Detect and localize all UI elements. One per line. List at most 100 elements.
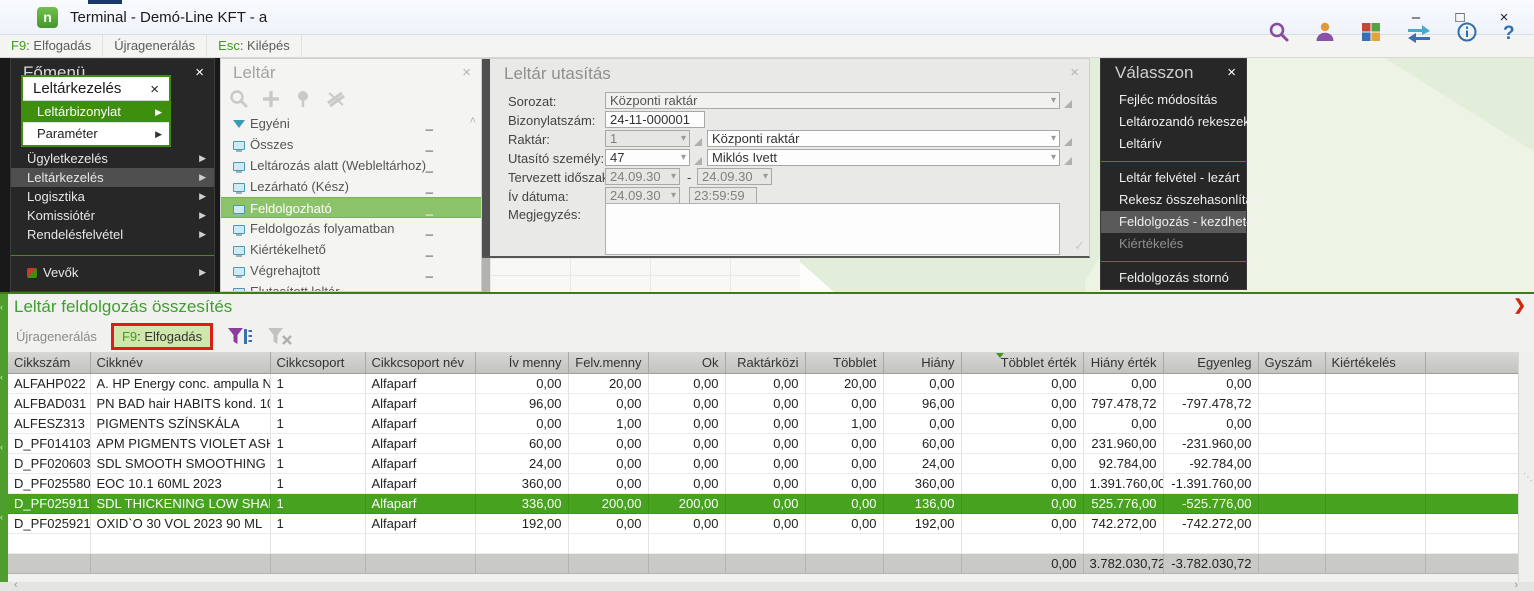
menubar-accept[interactable]: F9: Elfogadás [0, 35, 103, 58]
column-header[interactable]: Felv.menny [568, 352, 648, 373]
menu-item-label: Leltárkezelés [27, 170, 104, 185]
table-cell: Alfaparf [365, 493, 475, 513]
iv-datum-field[interactable]: 24.09.30 [605, 187, 680, 204]
column-header[interactable]: Többlet [805, 352, 883, 373]
action-rekesz-osszehasonlitas[interactable]: Rekesz összehasonlítás [1101, 189, 1246, 211]
tree-icon[interactable] [293, 89, 313, 112]
action-leltar-felvetel-lezart[interactable]: Leltár felvétel - lezárt [1101, 167, 1246, 189]
add-icon[interactable] [261, 89, 281, 112]
menu-item-vevok[interactable]: Vevők▶ [11, 263, 214, 282]
column-header[interactable]: Hiány [883, 352, 961, 373]
table-row[interactable]: D_PF025580EOC 10.1 60ML 20231Alfaparf360… [8, 473, 1518, 493]
idoszak-from-field[interactable]: 24.09.30 [605, 168, 680, 185]
raktar-name-combo[interactable]: Központi raktár [707, 130, 1060, 147]
resize-grip-icon[interactable] [694, 138, 702, 146]
table-cell: D_PF014103 [8, 433, 90, 453]
filter-icon[interactable] [213, 326, 253, 348]
column-header[interactable]: Cikknév [90, 352, 270, 373]
user-icon[interactable] [1314, 21, 1336, 43]
unlink-icon[interactable] [325, 89, 347, 112]
column-header[interactable]: Kiértékelés [1325, 352, 1425, 373]
action-feldolgozas-kezdheto[interactable]: Feldolgozás - kezdhető [1101, 211, 1246, 233]
filter-item-feldolgozhato[interactable]: Feldolgozható_ [221, 197, 481, 218]
column-header[interactable]: Cikkcsoport [270, 352, 365, 373]
table-cell: 136,00 [883, 493, 961, 513]
column-header[interactable]: Cikkszám [8, 352, 90, 373]
table-row[interactable]: ALFESZ313PIGMENTS SZÍNSKÁLA1Alfaparf0,00… [8, 413, 1518, 433]
table-cell: 0,00 [961, 433, 1083, 453]
table-row[interactable]: D_PF025921OXID`O 30 VOL 2023 90 ML1Alfap… [8, 513, 1518, 533]
idoszak-to-field[interactable]: 24.09.30 [697, 168, 772, 185]
column-header[interactable]: Ok [648, 352, 725, 373]
menu-item-komissioter[interactable]: Komissiótér▶ [11, 206, 214, 225]
menu-item-ugyletkezeles[interactable]: Ügyletkezelés▶ [11, 149, 214, 168]
popup-item-leltarbizonylat[interactable]: Leltárbizonylat▶ [23, 101, 169, 123]
iv-ido-field[interactable]: 23:59:59 [689, 187, 757, 204]
help-icon[interactable]: ? [1502, 21, 1518, 43]
menu-item-leltarkezeles[interactable]: Leltárkezelés▶ [11, 168, 214, 187]
search-icon[interactable] [229, 89, 249, 112]
fomenu-close-icon[interactable]: × [195, 64, 204, 81]
column-header[interactable]: Egyenleg [1163, 352, 1258, 373]
column-header[interactable] [1425, 352, 1518, 373]
scroll-right-icon[interactable]: › [1514, 579, 1518, 591]
accept-button[interactable]: F9: Elfogadás [111, 323, 213, 350]
vertical-scrollbar[interactable]: ⋱ [1518, 352, 1534, 582]
filter-item-label: Egyéni [250, 116, 290, 131]
filter-item-lezarhato[interactable]: Lezárható (Kész)_ [221, 176, 481, 197]
horizontal-scrollbar[interactable]: ‹ › [0, 582, 1534, 591]
filter-item-elutasitott[interactable]: Elutasított leltár [221, 281, 481, 292]
form-close-icon[interactable]: × [1070, 64, 1079, 81]
resize-grip-icon[interactable] [694, 157, 702, 165]
sorozat-combo[interactable]: Központi raktár [605, 92, 1060, 109]
table-row[interactable]: D_PF014103APM PIGMENTS VIOLET ASH 90ML1A… [8, 433, 1518, 453]
action-fejlec-modositas[interactable]: Fejléc módosítás [1101, 89, 1246, 111]
action-leltariv[interactable]: Leltárív [1101, 133, 1246, 155]
megjegyzes-textarea[interactable] [605, 203, 1060, 255]
popup-item-parameter[interactable]: Paraméter▶ [23, 123, 169, 145]
next-chevron-icon[interactable]: ❯ [1513, 296, 1526, 314]
column-header[interactable]: Gyszám [1258, 352, 1325, 373]
resize-grip-icon[interactable] [1064, 100, 1072, 108]
szemely-name-combo[interactable]: Miklós Ivett [707, 149, 1060, 166]
menu-item-logisztika[interactable]: Logisztika▶ [11, 187, 214, 206]
raktar-code-combo[interactable]: 1 [605, 130, 690, 147]
table-row[interactable]: ALFBAD031PN BAD hair HABITS kond. 1000ml… [8, 393, 1518, 413]
column-header[interactable]: Hiány érték [1083, 352, 1163, 373]
menubar-exit[interactable]: Esc: Kilépés [207, 35, 302, 58]
table-cell: 0,00 [805, 513, 883, 533]
bizonylatszam-field[interactable]: 24-11-000001 [605, 111, 705, 128]
menubar-regenerate[interactable]: Újragenerálás [103, 35, 207, 58]
action-leltarozando-rekeszek[interactable]: Leltározandó rekeszek [1101, 111, 1246, 133]
apps-grid-icon[interactable] [1360, 21, 1382, 43]
filter-marker: _ [426, 113, 433, 134]
regenerate-button[interactable]: Újragenerálás [6, 325, 107, 348]
filter-item-osszes[interactable]: Összes_ [221, 134, 481, 155]
filter-item-feldolgozas-folyamatban[interactable]: Feldolgozás folyamatban_ [221, 218, 481, 239]
column-header[interactable]: Többlet érték [961, 352, 1083, 373]
table-cell [1425, 373, 1518, 393]
menu-item-rendelesfelvetel[interactable]: Rendelésfelvétel▶ [11, 225, 214, 244]
sync-arrows-icon[interactable] [1406, 21, 1432, 43]
resize-grip-icon[interactable] [1064, 138, 1072, 146]
search-icon[interactable] [1268, 21, 1290, 43]
popup-close-icon[interactable]: × [150, 78, 159, 102]
filter-item-leltarozas-alatt[interactable]: Leltározás alatt (Webleltárhoz)_ [221, 155, 481, 176]
scroll-left-icon[interactable]: ‹ [14, 579, 18, 591]
leltar-close-icon[interactable]: × [462, 64, 471, 81]
info-icon[interactable] [1456, 21, 1478, 43]
action-feldolgozas-storno[interactable]: Feldolgozás stornó [1101, 267, 1246, 289]
filter-item-kiertekelheto[interactable]: Kiértékelhető_ [221, 239, 481, 260]
column-header[interactable]: Ív menny [475, 352, 568, 373]
table-row[interactable]: D_PF025911SDL THICKENING LOW SHAMPOO 11A… [8, 493, 1518, 513]
column-header[interactable]: Cikkcsoport név [365, 352, 475, 373]
valasszon-close-icon[interactable]: × [1227, 64, 1236, 81]
filter-item-vegrehajtott[interactable]: Végrehajtott_ [221, 260, 481, 281]
filter-item-egyeni[interactable]: Egyéni _ [221, 113, 481, 134]
chevron-right-icon: ▶ [199, 225, 206, 244]
column-header[interactable]: Raktárközi [725, 352, 805, 373]
szemely-code-combo[interactable]: 47 [605, 149, 690, 166]
resize-grip-icon[interactable] [1064, 157, 1072, 165]
table-row[interactable]: ALFAHP022A. HP Energy conc. ampulla NŐI … [8, 373, 1518, 393]
table-row[interactable]: D_PF020603SDL SMOOTH SMOOTHING LOW SH1Al… [8, 453, 1518, 473]
